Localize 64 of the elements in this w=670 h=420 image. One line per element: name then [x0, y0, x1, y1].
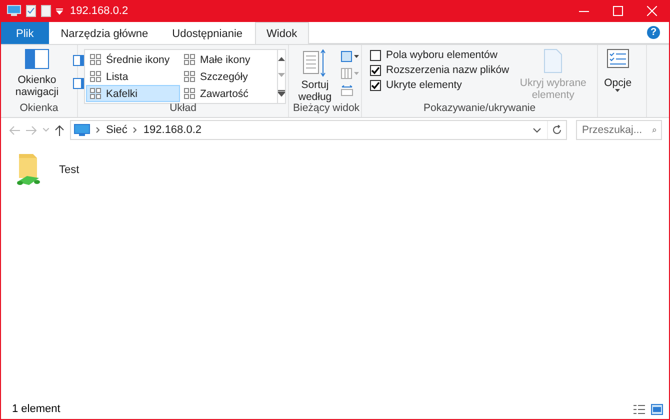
- document-icon: [544, 49, 562, 73]
- sort-button[interactable]: Sortuj według: [293, 49, 337, 103]
- checkbox[interactable]: [370, 80, 381, 90]
- view-icon: [184, 71, 196, 82]
- forward-arrow-icon: [26, 126, 37, 134]
- size-columns-icon: [341, 85, 353, 96]
- layout-option[interactable]: Średnie ikony: [86, 51, 180, 68]
- details-view-icon: [633, 404, 645, 414]
- checkbox[interactable]: [370, 50, 381, 60]
- close-icon: [647, 6, 657, 16]
- large-icons-view-icon: [651, 404, 663, 414]
- breadcrumb-item[interactable]: 192.168.0.2: [143, 124, 202, 136]
- search-icon: [652, 126, 656, 134]
- new-folder-icon: [41, 5, 51, 17]
- ribbon-group-label: Bieżący widok: [293, 102, 357, 116]
- up-arrow-icon: [55, 124, 64, 136]
- computer-icon: [7, 5, 21, 17]
- option-checkbox[interactable]: Rozszerzenia nazw plików: [370, 64, 510, 76]
- dropdown-icon: [56, 7, 63, 15]
- options-button[interactable]: Opcje: [602, 49, 634, 92]
- layout-option[interactable]: Zawartość: [180, 85, 276, 102]
- item-count: 1 element: [12, 403, 60, 415]
- chevron-right-icon: [96, 127, 100, 133]
- layout-option[interactable]: Kafelki: [86, 85, 180, 102]
- ribbon-group-label: Układ: [168, 102, 198, 116]
- option-checkbox[interactable]: Pola wyboru elementów: [370, 49, 510, 61]
- checkbox[interactable]: [370, 64, 381, 76]
- view-icon: [90, 71, 102, 82]
- view-icon: [184, 54, 196, 65]
- dropdown-arrow-icon: [615, 89, 620, 92]
- refresh-icon: [552, 125, 562, 135]
- help-button[interactable]: ?: [647, 26, 660, 39]
- ribbon-group-label: Okienka: [18, 102, 60, 116]
- layout-option[interactable]: Szczegóły: [180, 68, 276, 85]
- navigation-pane-button[interactable]: Okienko nawigacji: [5, 49, 69, 98]
- view-icon: [90, 54, 102, 65]
- scroll-down-icon: [278, 73, 285, 78]
- network-share-item[interactable]: Test: [15, 152, 135, 188]
- option-checkbox[interactable]: Ukryte elementy: [370, 79, 510, 91]
- scroll-up-icon: [278, 56, 285, 61]
- properties-icon: [26, 5, 36, 17]
- add-columns-icon: [341, 68, 359, 79]
- computer-icon: [74, 124, 90, 136]
- view-icon: [184, 88, 196, 99]
- chevron-right-icon: [133, 127, 138, 133]
- ribbon-tab[interactable]: Widok: [254, 22, 310, 45]
- group-by-icon: [341, 51, 359, 62]
- back-arrow-icon: [9, 126, 20, 134]
- address-field[interactable]: Sieć 192.168.0.2: [70, 120, 567, 140]
- pane-layout-icon: [25, 49, 49, 71]
- file-menu-tab[interactable]: Plik: [1, 22, 49, 44]
- breadcrumb-item[interactable]: Sieć: [106, 124, 128, 136]
- dropdown-chevron-icon: [533, 128, 541, 132]
- layout-option[interactable]: Lista: [86, 68, 180, 85]
- ribbon-group-label: Pokazywanie/ukrywanie: [422, 102, 537, 116]
- window-title: 192.168.0.2: [70, 5, 128, 17]
- maximize-icon: [613, 6, 623, 16]
- recent-locations-icon: [43, 128, 49, 132]
- expand-gallery-icon: [278, 90, 285, 97]
- layout-option[interactable]: Małe ikony: [180, 51, 276, 68]
- sort-icon: [303, 49, 327, 77]
- view-icon: [90, 88, 102, 99]
- search-field[interactable]: Przeszukaj...: [576, 120, 662, 140]
- shared-folder-icon: [15, 152, 43, 188]
